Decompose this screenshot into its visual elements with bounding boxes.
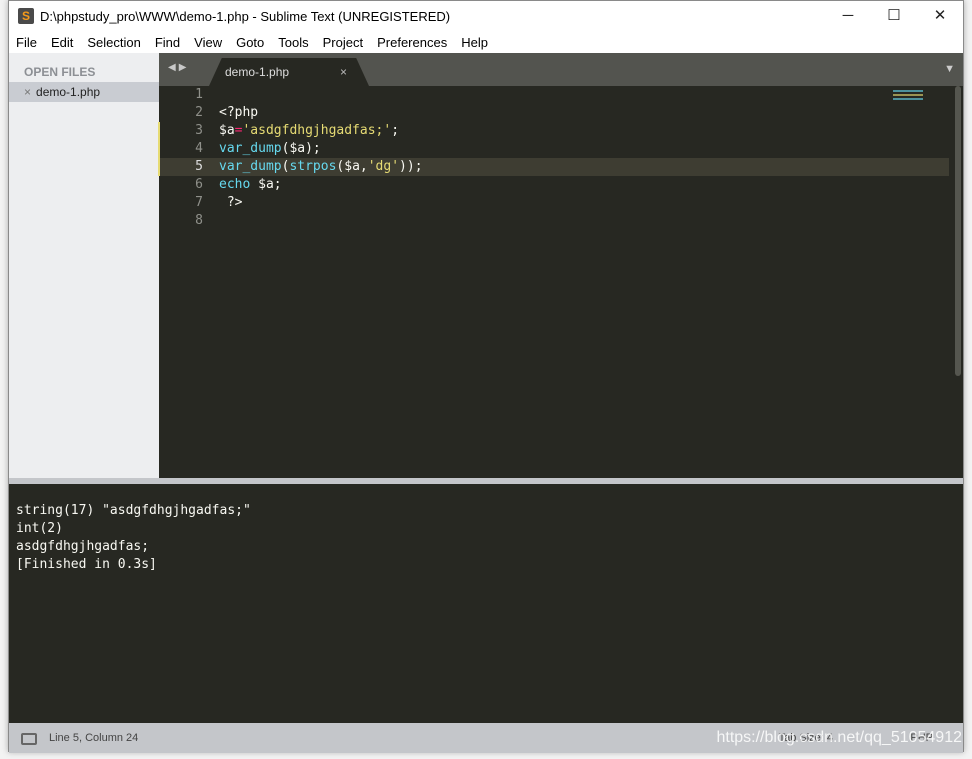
editor-scrollbar[interactable]: [955, 86, 961, 376]
panel-toggle-icon[interactable]: [21, 733, 37, 745]
menu-file[interactable]: File: [9, 35, 44, 50]
line-gutter: 1 2 3 4 5 6 7 8: [158, 86, 203, 230]
code-line: echo $a;: [219, 177, 282, 192]
window-title: D:\phpstudy_pro\WWW\demo-1.php - Sublime…: [40, 8, 451, 24]
menu-tools[interactable]: Tools: [271, 35, 315, 50]
sublime-logo-icon: S: [18, 8, 34, 24]
code-line: $a='asdgfdhgjhgadfas;';: [219, 123, 400, 138]
line-number: 6: [195, 177, 203, 192]
code-line: ?>: [219, 195, 243, 210]
code-line: var_dump($a);: [219, 141, 321, 156]
menu-help[interactable]: Help: [454, 35, 495, 50]
line-number: 7: [195, 195, 203, 210]
title-bar: S D:\phpstudy_pro\WWW\demo-1.php - Subli…: [9, 1, 963, 31]
code-editor[interactable]: 1 2 3 4 5 6 7 8 <?php $a='asdgfdhgjhgadfa…: [158, 86, 963, 478]
menu-project[interactable]: Project: [316, 35, 370, 50]
open-files-header: OPEN FILES: [24, 65, 96, 79]
line-number: 8: [195, 213, 203, 228]
sublime-window: S D:\phpstudy_pro\WWW\demo-1.php - Subli…: [8, 0, 964, 753]
tab-bar: ◀▶ demo-1.php × ▼: [159, 53, 963, 86]
tab-dropdown-icon[interactable]: ▼: [944, 63, 955, 75]
line-number: 3: [158, 122, 203, 140]
output-line: asdgfdhgjhgadfas;: [16, 539, 150, 554]
file-name: demo-1.php: [36, 85, 101, 99]
tab-demo-1[interactable]: demo-1.php ×: [209, 58, 369, 86]
line-number: 1: [195, 87, 203, 102]
menu-selection[interactable]: Selection: [80, 35, 147, 50]
tab-close-icon[interactable]: ×: [340, 58, 347, 86]
sidebar-file-item[interactable]: × demo-1.php: [9, 82, 159, 102]
menu-find[interactable]: Find: [148, 35, 187, 50]
output-line: [Finished in 0.3s]: [16, 557, 157, 572]
line-number: 4: [158, 140, 203, 158]
cursor-position: Line 5, Column 24: [49, 732, 139, 744]
build-output-panel: string(17) "asdgfdhgjhgadfas;" int(2) as…: [9, 484, 963, 723]
maximize-button[interactable]: ☐: [871, 1, 917, 31]
menu-goto[interactable]: Goto: [229, 35, 271, 50]
code-line: <?php: [219, 105, 259, 120]
code-lines: <?php $a='asdgfdhgjhgadfas;'; var_dump($a)…: [219, 86, 423, 230]
output-line: int(2): [16, 521, 63, 536]
menu-view[interactable]: View: [187, 35, 229, 50]
watermark: https://blog.csdn.net/qq_51054912: [716, 729, 962, 746]
minimize-button[interactable]: ─: [825, 1, 871, 31]
line-number: 2: [195, 105, 203, 120]
line-number: 5: [158, 158, 203, 176]
tab-nav-arrows-icon[interactable]: ◀▶: [168, 62, 189, 73]
close-file-icon[interactable]: ×: [24, 85, 31, 99]
menu-preferences[interactable]: Preferences: [370, 35, 454, 50]
tab-label: demo-1.php: [225, 65, 290, 79]
menu-edit[interactable]: Edit: [44, 35, 80, 50]
menu-bar: File Edit Selection Find View Goto Tools…: [9, 31, 495, 53]
close-button[interactable]: ✕: [917, 1, 963, 31]
output-line: string(17) "asdgfdhgjhgadfas;": [16, 503, 251, 518]
code-line: var_dump(strpos($a,'dg'));: [219, 159, 423, 174]
minimap[interactable]: [893, 90, 923, 100]
